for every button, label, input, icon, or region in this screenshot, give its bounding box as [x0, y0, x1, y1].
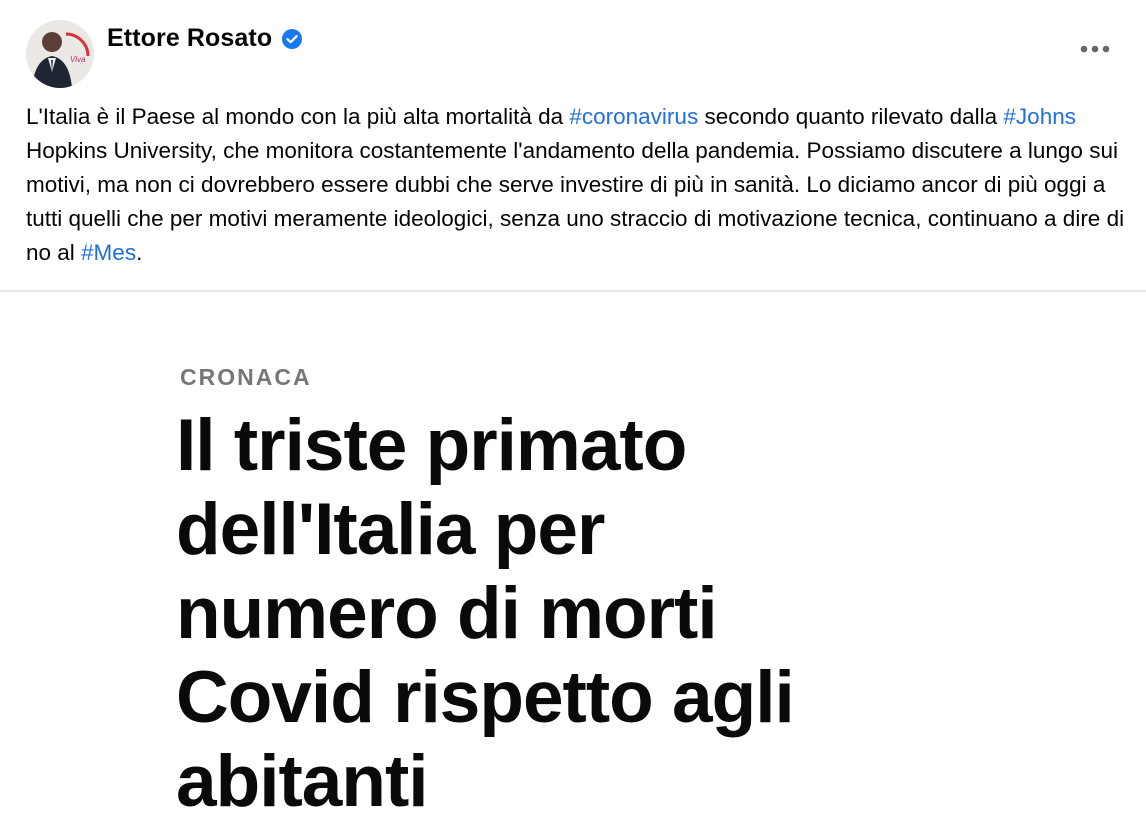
- headline-line: numero di morti: [176, 573, 718, 654]
- article-headline: Il triste primato dell'Italia per numero…: [176, 404, 1076, 824]
- avatar[interactable]: Viva: [26, 20, 94, 88]
- headline-line: abitanti: [176, 741, 429, 822]
- more-options-icon: [1080, 45, 1110, 53]
- hashtag-link[interactable]: #Mes: [81, 240, 136, 265]
- article-preview-image[interactable]: CRONACA Il triste primato dell'Italia pe…: [0, 292, 1146, 840]
- post-text-segment: secondo quanto rilevato dalla: [698, 104, 1004, 129]
- post-text-segment: Hopkins University, che monitora costant…: [26, 138, 1125, 265]
- headline-line: Covid rispetto agli: [176, 657, 795, 738]
- post-text: L'Italia è il Paese al mondo con la più …: [26, 100, 1126, 270]
- post-text-segment: L'Italia è il Paese al mondo con la più …: [26, 104, 570, 129]
- article-kicker: CRONACA: [180, 364, 312, 390]
- author-row: Ettore Rosato: [107, 24, 303, 53]
- avatar-badge-text: Viva: [70, 55, 86, 64]
- headline-line: dell'Italia per: [176, 489, 605, 570]
- avatar-photo: Viva: [26, 20, 94, 88]
- hashtag-link[interactable]: #Johns: [1003, 104, 1076, 129]
- author-name[interactable]: Ettore Rosato: [107, 24, 272, 53]
- post-header: Viva Ettore Rosato: [0, 0, 1146, 100]
- more-options-button[interactable]: [1075, 34, 1115, 64]
- verified-badge-icon: [282, 28, 303, 49]
- post-text-segment: .: [136, 240, 143, 265]
- hashtag-link[interactable]: #coronavirus: [569, 104, 698, 129]
- headline-line: Il triste primato: [176, 405, 687, 486]
